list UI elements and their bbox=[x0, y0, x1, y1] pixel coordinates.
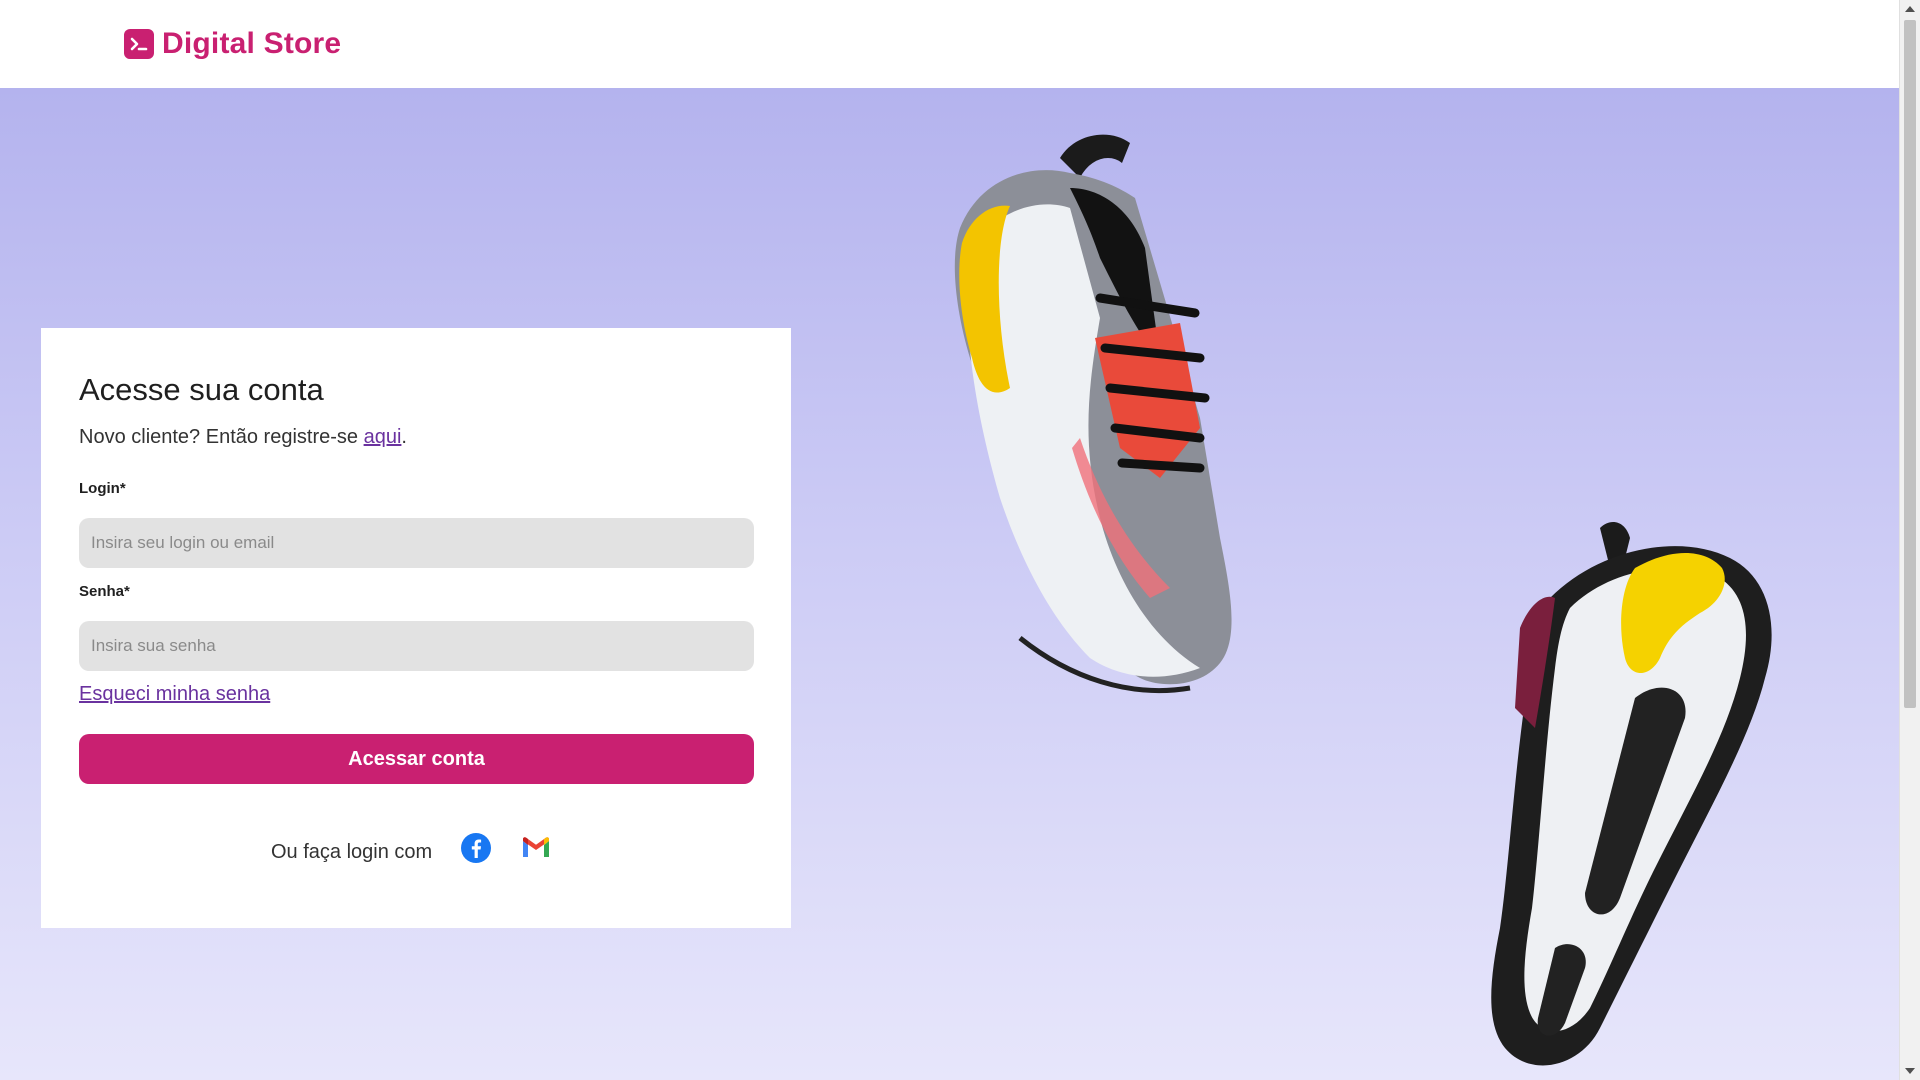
brand-name: Digital Store bbox=[162, 27, 342, 60]
sneaker-image-bottom bbox=[1491, 522, 1772, 1066]
password-input[interactable] bbox=[79, 621, 754, 671]
page-scrollbar[interactable] bbox=[1899, 0, 1920, 1080]
gmail-icon[interactable] bbox=[520, 832, 552, 864]
social-login: Ou faça login com bbox=[271, 828, 580, 868]
scroll-up-icon[interactable] bbox=[1905, 6, 1915, 12]
login-title: Acesse sua conta bbox=[79, 372, 324, 407]
terminal-logo-icon bbox=[124, 29, 154, 59]
social-login-label: Ou faça login com bbox=[271, 840, 433, 863]
password-field-label: Senha* bbox=[79, 583, 130, 600]
scrollbar-thumb[interactable] bbox=[1904, 20, 1916, 708]
scroll-down-icon[interactable] bbox=[1905, 1068, 1915, 1074]
login-input[interactable] bbox=[79, 518, 754, 568]
facebook-icon[interactable] bbox=[460, 832, 492, 864]
register-prompt: Novo cliente? Então registre-se aqui. bbox=[79, 426, 754, 449]
login-field-label: Login* bbox=[79, 480, 126, 497]
register-link[interactable]: aqui bbox=[364, 426, 402, 448]
register-prompt-suffix: . bbox=[401, 426, 407, 448]
brand-logo[interactable]: Digital Store bbox=[124, 26, 341, 62]
forgot-password-link[interactable]: Esqueci minha senha bbox=[79, 683, 270, 706]
sneaker-image-top bbox=[954, 134, 1232, 693]
login-card: Acesse sua conta Novo cliente? Então reg… bbox=[41, 328, 791, 928]
submit-login-button[interactable]: Acessar conta bbox=[79, 734, 754, 784]
site-header: Digital Store bbox=[0, 0, 1899, 88]
login-hero: Acesse sua conta Novo cliente? Então reg… bbox=[0, 88, 1899, 1080]
register-prompt-text: Novo cliente? Então registre-se bbox=[79, 426, 364, 448]
